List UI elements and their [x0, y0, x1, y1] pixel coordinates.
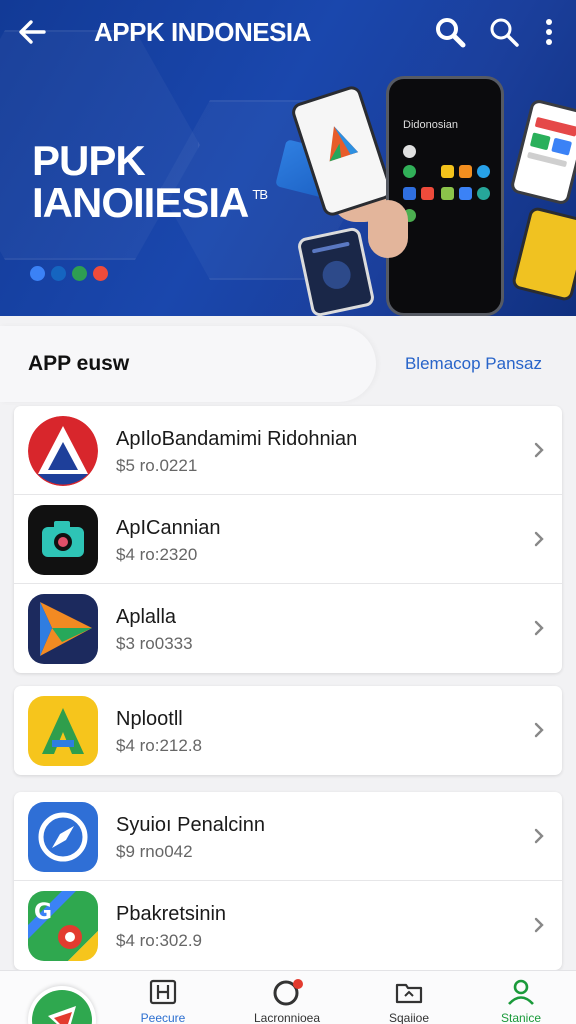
phone-mini-icon	[459, 165, 472, 178]
app-title: APPK INDONESIA	[94, 17, 311, 47]
svg-text:G: G	[34, 900, 52, 925]
phone-mini-icon	[403, 187, 416, 200]
phone-mini-icon	[421, 187, 434, 200]
app-list-card: ApIloBandamimi Ridohnian $5 ro.0221 ApIC…	[14, 406, 562, 673]
chevron-right-icon	[534, 531, 544, 547]
app-list-item[interactable]: ApICannian $4 ro:2320	[14, 495, 562, 584]
camera-icon	[28, 505, 98, 575]
app-icon-graphic: G	[28, 891, 98, 961]
chevron-right-icon	[534, 442, 544, 458]
app-price: $5 ro.0221	[116, 456, 198, 475]
see-all-link[interactable]: Blemacop Pansaz	[405, 354, 542, 374]
phone-screen-icon	[312, 242, 351, 289]
app-name: ApIloBandamimi Ridohnian	[116, 428, 358, 450]
phone-mini-icon	[477, 165, 490, 178]
letter-a-icon	[28, 696, 98, 766]
search-icon	[436, 18, 466, 48]
overflow-menu-button[interactable]	[534, 14, 564, 50]
section-title: APP eusw	[28, 352, 130, 375]
arrow-left-icon	[19, 20, 46, 44]
phone-illustration	[296, 226, 376, 316]
app-icon-graphic	[42, 521, 84, 557]
phone-mini-icon	[459, 187, 472, 200]
app-name: ApICannian	[116, 517, 221, 539]
person-icon	[508, 979, 534, 1005]
app-name: Pbakretsinin	[116, 903, 227, 925]
top-app-bar: APPK INDONESIA	[0, 0, 576, 66]
app-price: $4 ro:212.8	[116, 736, 203, 755]
carousel-dot[interactable]	[30, 266, 45, 281]
app-list-item[interactable]: G Pbakretsinin $4 ro:302.9	[14, 881, 562, 970]
compass-icon	[28, 802, 98, 872]
phone-mini-icon	[441, 187, 454, 200]
banner-brand-text: PUPK IANOIIESIA TB	[32, 137, 268, 234]
chevron-right-icon	[534, 722, 544, 738]
chevron-right-icon	[534, 917, 544, 933]
app-list-item[interactable]: Aplalla $3 ro0333	[14, 584, 562, 673]
phone-screen-title: Didonosian	[403, 119, 459, 131]
banner-brand-mark: TB	[252, 187, 268, 202]
banner-brand-line1: PUPK	[32, 137, 146, 184]
nav-label: Stanice	[500, 1011, 542, 1024]
carousel-dot[interactable]	[51, 266, 66, 281]
nav-label: Sqaiioe	[388, 1011, 430, 1024]
app-name: Nplootll	[116, 708, 183, 730]
phone-mini-icon	[441, 165, 454, 178]
hand-illustration	[368, 200, 408, 258]
app-icon-graphic	[40, 602, 92, 656]
folder-icon	[395, 983, 423, 1004]
app-list-card: Nplootll $4 ro:212.8	[14, 686, 562, 775]
app-price: $9 rno042	[116, 842, 193, 861]
phone-mini-icon	[403, 145, 416, 158]
search-icon	[490, 18, 519, 47]
chevron-right-icon	[534, 828, 544, 844]
banner-brand-line2: IANOIIESIA	[32, 179, 249, 226]
app-list-item[interactable]: ApIloBandamimi Ridohnian $5 ro.0221	[14, 406, 562, 495]
app-list-item[interactable]: Syuioı Penalcinn $9 rno042	[14, 792, 562, 881]
red-triangle-icon	[28, 416, 98, 486]
carousel-dot[interactable]	[72, 266, 87, 281]
maps-pin-icon: G	[28, 891, 98, 961]
notification-icon	[273, 979, 303, 1006]
carousel-dot[interactable]	[93, 266, 108, 281]
phone-mini-icon	[403, 165, 416, 178]
back-button[interactable]	[14, 14, 50, 50]
grid-icon	[149, 979, 177, 1005]
nav-item-sqaiioe[interactable]: Sqaiioe	[354, 971, 464, 1024]
app-name: Aplalla	[116, 606, 177, 628]
app-list-item[interactable]: Nplootll $4 ro:212.8	[14, 686, 562, 775]
phone-screen-icon	[527, 117, 576, 167]
app-price: $3 ro0333	[116, 634, 193, 653]
app-icon-graphic	[28, 416, 98, 486]
paper-plane-icon	[28, 594, 98, 664]
nav-label: Lacronnioea	[253, 1011, 321, 1024]
more-vert-icon	[546, 19, 552, 45]
search-button[interactable]	[432, 14, 468, 50]
app-name: Syuioı Penalcinn	[116, 814, 265, 836]
app-icon-graphic	[38, 812, 88, 862]
phone-mini-icon	[477, 187, 490, 200]
app-price: $4 ro:2320	[116, 545, 198, 564]
nav-item-stanice[interactable]: Stanice	[466, 971, 576, 1024]
phone-illustration	[509, 98, 576, 206]
phone-illustration	[510, 205, 576, 303]
nav-label: Peecure	[140, 1011, 186, 1024]
app-price: $4 ro:302.9	[116, 931, 203, 950]
app-screen: APPK INDONESIA PUPK IANOIIESIA TB Didono…	[0, 0, 576, 1024]
nav-item-lacronnioea[interactable]: Lacronnioea	[232, 971, 342, 1024]
carousel-indicator[interactable]	[30, 266, 108, 281]
search-button-secondary[interactable]	[486, 14, 522, 50]
chevron-right-icon	[534, 620, 544, 636]
nav-item-peecure[interactable]: Peecure	[108, 971, 218, 1024]
app-list-card: Syuioı Penalcinn $9 rno042 G Pbakretsini…	[14, 792, 562, 970]
hero-banner[interactable]: APPK INDONESIA PUPK IANOIIESIA TB Didono…	[0, 0, 576, 316]
app-icon-graphic	[42, 708, 84, 754]
phone-illustration: Didonosian	[386, 76, 504, 316]
